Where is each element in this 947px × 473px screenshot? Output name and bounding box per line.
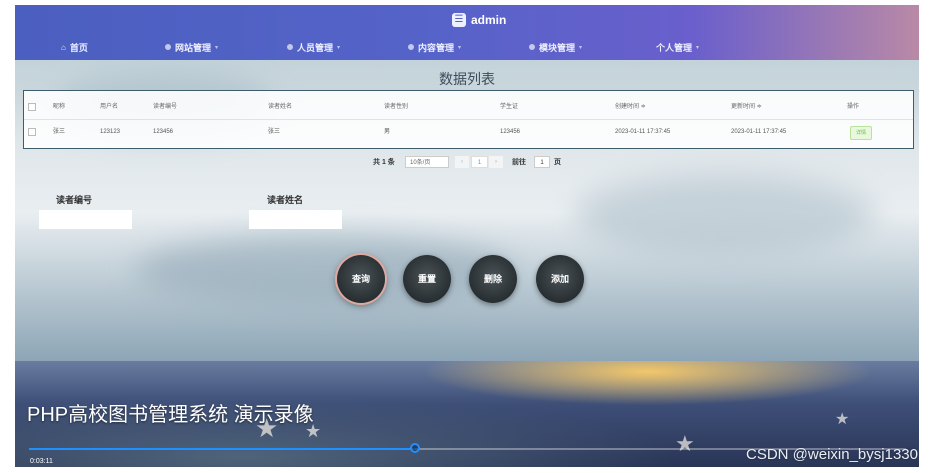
column-header-sortable[interactable]: 更新时间 ≑ [731, 95, 762, 119]
reader-name-input[interactable] [249, 210, 342, 229]
goto-page-input[interactable]: 1 [534, 156, 550, 168]
top-navbar: ☰ admin ⌂ 首页 网站管理 ▾ 人员管理 ▾ 内容管理 ▾ 模块管理 ▾… [15, 5, 919, 60]
chevron-down-icon: ▾ [458, 44, 462, 51]
user-icon [287, 44, 293, 50]
app-frame: ☰ admin ⌂ 首页 网站管理 ▾ 人员管理 ▾ 内容管理 ▾ 模块管理 ▾… [15, 5, 919, 467]
table-cell: 男 [384, 129, 391, 135]
prev-page-button[interactable]: ‹ [455, 156, 469, 168]
column-header: 学生证 [500, 104, 519, 110]
page-number-current[interactable]: 1 [471, 156, 488, 168]
pagination: 共 1 条 10条/页 ‹ 1 › 前往 1 页 [15, 156, 919, 170]
video-time: 0:03:11 [30, 458, 53, 465]
reader-no-label: 读者编号 [56, 195, 93, 205]
reader-no-input[interactable] [39, 210, 132, 229]
column-header: 读者姓名 [268, 104, 293, 110]
nav-item-site[interactable]: 网站管理 ▾ [165, 38, 218, 56]
table-cell: 123123 [100, 129, 121, 135]
nav-item-module[interactable]: 模块管理 ▾ [529, 38, 582, 56]
chevron-down-icon: ▾ [579, 44, 583, 51]
column-header: 昵称 [53, 104, 66, 110]
column-header: 读者性别 [384, 104, 409, 110]
content-icon [408, 44, 414, 50]
nav-item-label: 内容管理 [418, 42, 455, 53]
nav-item-home[interactable]: ⌂ 首页 [61, 38, 88, 56]
nav-item-label: 首页 [69, 42, 88, 53]
home-icon: ⌂ [61, 42, 66, 52]
select-all-checkbox[interactable] [28, 103, 36, 111]
page-title: 数据列表 [439, 71, 495, 87]
brand-title: admin [471, 13, 507, 27]
nav-item-people[interactable]: 人员管理 ▾ [287, 38, 340, 56]
background-cloud [575, 175, 875, 255]
table-cell: 2023-01-11 17:37:45 [615, 129, 671, 135]
nav-item-label: 网站管理 [175, 42, 212, 53]
video-progress-fill [29, 448, 415, 450]
column-header-sortable[interactable]: 创建时间 ≑ [615, 95, 646, 119]
module-icon [529, 44, 535, 50]
column-header: 操作 [847, 104, 860, 110]
star-decoration: ★ [675, 431, 695, 456]
detail-button[interactable]: 详情 [850, 126, 873, 140]
brand: ☰ admin [452, 11, 506, 29]
chevron-down-icon: ▾ [696, 44, 700, 51]
table-cell: 张三 [268, 129, 281, 135]
table-cell: 张三 [53, 129, 66, 135]
table-row: 张三 123123 123456 张三 男 123456 2023-01-11 … [24, 119, 913, 144]
chevron-down-icon: ▾ [215, 44, 219, 51]
table-cell: 123456 [500, 129, 521, 135]
reader-name-label: 读者姓名 [267, 195, 304, 205]
column-header: 读者编号 [153, 104, 178, 110]
app-logo-icon: ☰ [452, 13, 466, 27]
nav-item-content[interactable]: 内容管理 ▾ [408, 38, 461, 56]
total-count: 共 1 条 [373, 159, 395, 166]
main-nav: ⌂ 首页 网站管理 ▾ 人员管理 ▾ 内容管理 ▾ 模块管理 ▾ 个人管理 ▾ [15, 38, 919, 56]
nav-item-label: 人员管理 [297, 42, 334, 53]
nav-item-personal[interactable]: 个人管理 ▾ [656, 38, 699, 56]
row-checkbox[interactable] [28, 128, 36, 136]
add-button[interactable]: 添加 [536, 255, 584, 303]
column-header: 用户名 [100, 104, 119, 110]
watermark: CSDN @weixin_bysj1330 [746, 446, 918, 463]
goto-label: 前往 [512, 159, 526, 166]
next-page-button[interactable]: › [489, 156, 503, 168]
nav-item-label: 模块管理 [539, 42, 576, 53]
table-header: 昵称 用户名 读者编号 读者姓名 读者性别 学生证 创建时间 ≑ 更新时间 ≑ … [24, 95, 913, 119]
nav-item-label: 个人管理 [656, 42, 693, 53]
web-icon [165, 44, 171, 50]
video-title: PHP高校图书管理系统 演示录像 [27, 404, 314, 426]
chevron-down-icon: ▾ [337, 44, 341, 51]
delete-button[interactable]: 删除 [469, 255, 517, 303]
data-table: 昵称 用户名 读者编号 读者姓名 读者性别 学生证 创建时间 ≑ 更新时间 ≑ … [23, 90, 914, 149]
background-cloud [135, 235, 515, 305]
reset-button[interactable]: 重置 [403, 255, 451, 303]
page-suffix-label: 页 [554, 159, 561, 166]
table-cell: 123456 [153, 129, 174, 135]
video-progress-handle[interactable] [409, 443, 420, 453]
query-button[interactable]: 查询 [337, 255, 385, 303]
page-size-select[interactable]: 10条/页 [405, 156, 449, 168]
table-cell: 2023-01-11 17:37:45 [731, 129, 787, 135]
star-decoration: ★ [835, 411, 850, 428]
